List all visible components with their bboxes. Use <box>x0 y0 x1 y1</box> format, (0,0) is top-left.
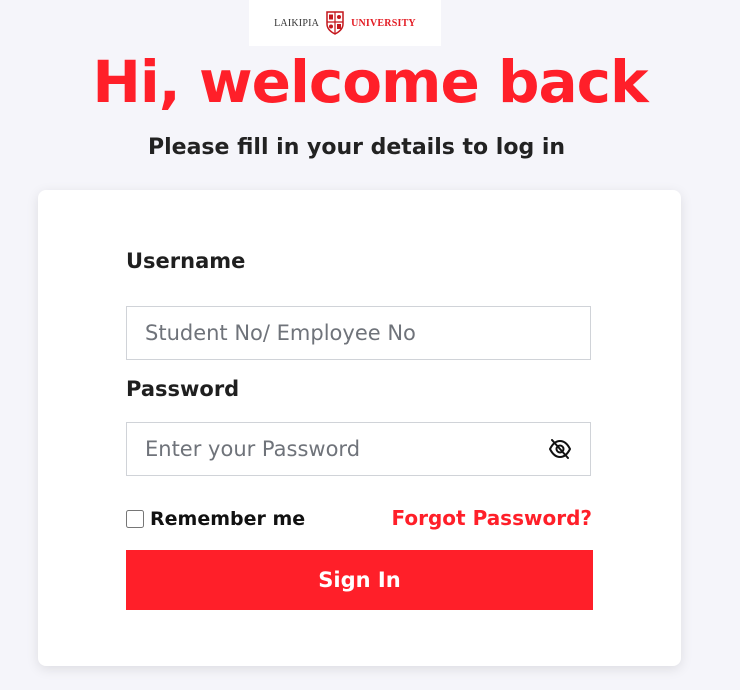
page-subtitle: Please fill in your details to log in <box>148 135 566 160</box>
university-logo: LAIKIPIA UNIVERSITY <box>249 0 441 46</box>
password-input[interactable] <box>126 422 591 476</box>
university-crest-icon <box>326 11 344 35</box>
password-label: Password <box>126 377 240 401</box>
remember-checkbox[interactable] <box>126 510 144 528</box>
eye-slash-icon[interactable] <box>546 438 574 460</box>
page-title: Hi, welcome back <box>92 48 648 116</box>
username-label: Username <box>126 249 246 273</box>
username-input[interactable] <box>126 306 591 360</box>
remember-me[interactable]: Remember me <box>126 508 305 530</box>
remember-label: Remember me <box>150 508 306 530</box>
logo-right-text: UNIVERSITY <box>351 17 416 29</box>
sign-in-button[interactable]: Sign In <box>126 550 593 610</box>
forgot-password-link[interactable]: Forgot Password? <box>376 506 592 530</box>
login-card: Username Password Remember me Forgot Pas… <box>38 190 681 666</box>
logo-left-text: LAIKIPIA <box>274 17 320 29</box>
